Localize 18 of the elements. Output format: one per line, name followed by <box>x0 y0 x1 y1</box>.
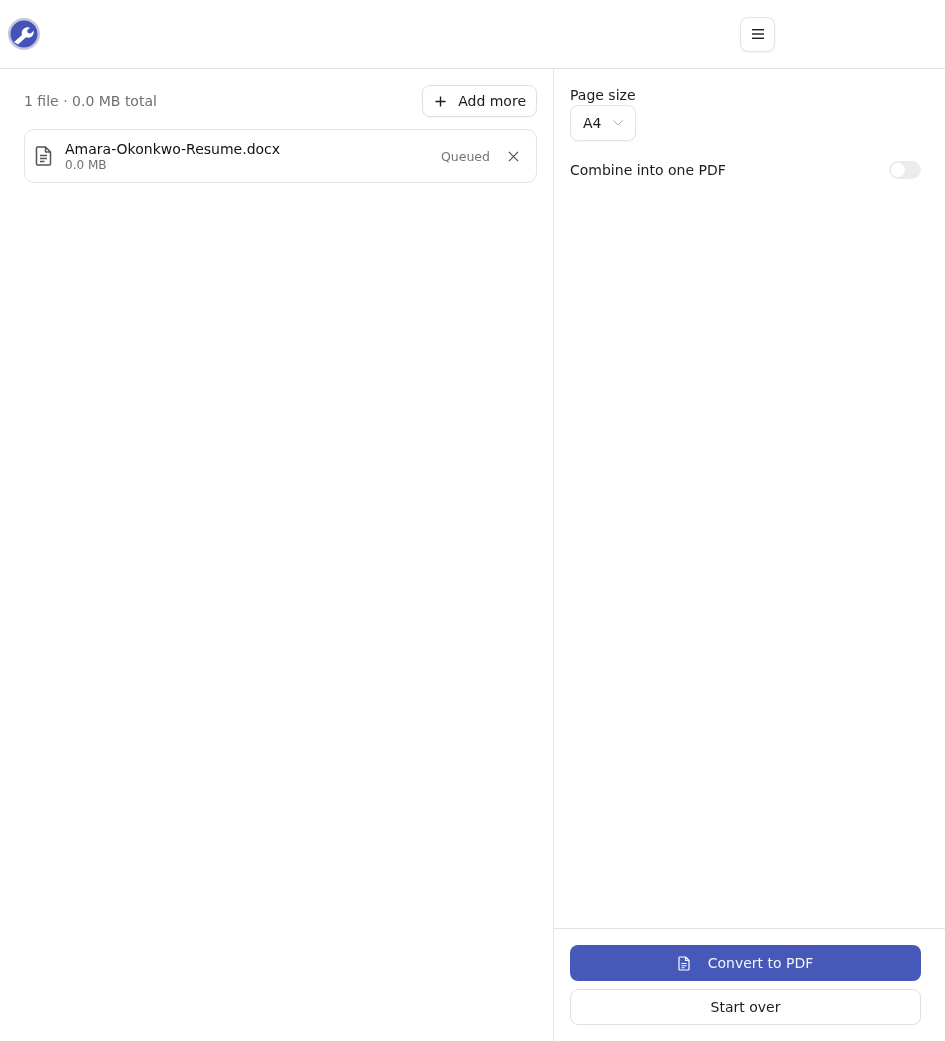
file-status: Queued <box>441 148 490 164</box>
file-name: Amara-Okonkwo-Resume.docx <box>65 139 282 158</box>
page-size-label: Page size <box>570 86 636 105</box>
plus-icon <box>435 95 447 107</box>
menu-icon <box>751 29 764 39</box>
file-size: 0.0 MB <box>65 157 108 173</box>
page-size-select[interactable]: A4 <box>570 105 637 141</box>
wrench-logo-icon[interactable] <box>8 18 40 50</box>
file-summary: 1 file · 0.0 MB total <box>24 93 157 109</box>
document-icon <box>677 955 690 971</box>
convert-button[interactable]: Convert to PDF <box>570 945 921 981</box>
add-more-button[interactable]: Add more <box>422 85 537 117</box>
chevron-down-icon <box>613 120 624 126</box>
close-icon <box>507 150 519 162</box>
document-icon <box>35 146 52 166</box>
start-over-button[interactable]: Start over <box>570 989 921 1025</box>
menu-button[interactable] <box>740 16 775 52</box>
combine-label: Combine into one PDF <box>570 161 726 180</box>
